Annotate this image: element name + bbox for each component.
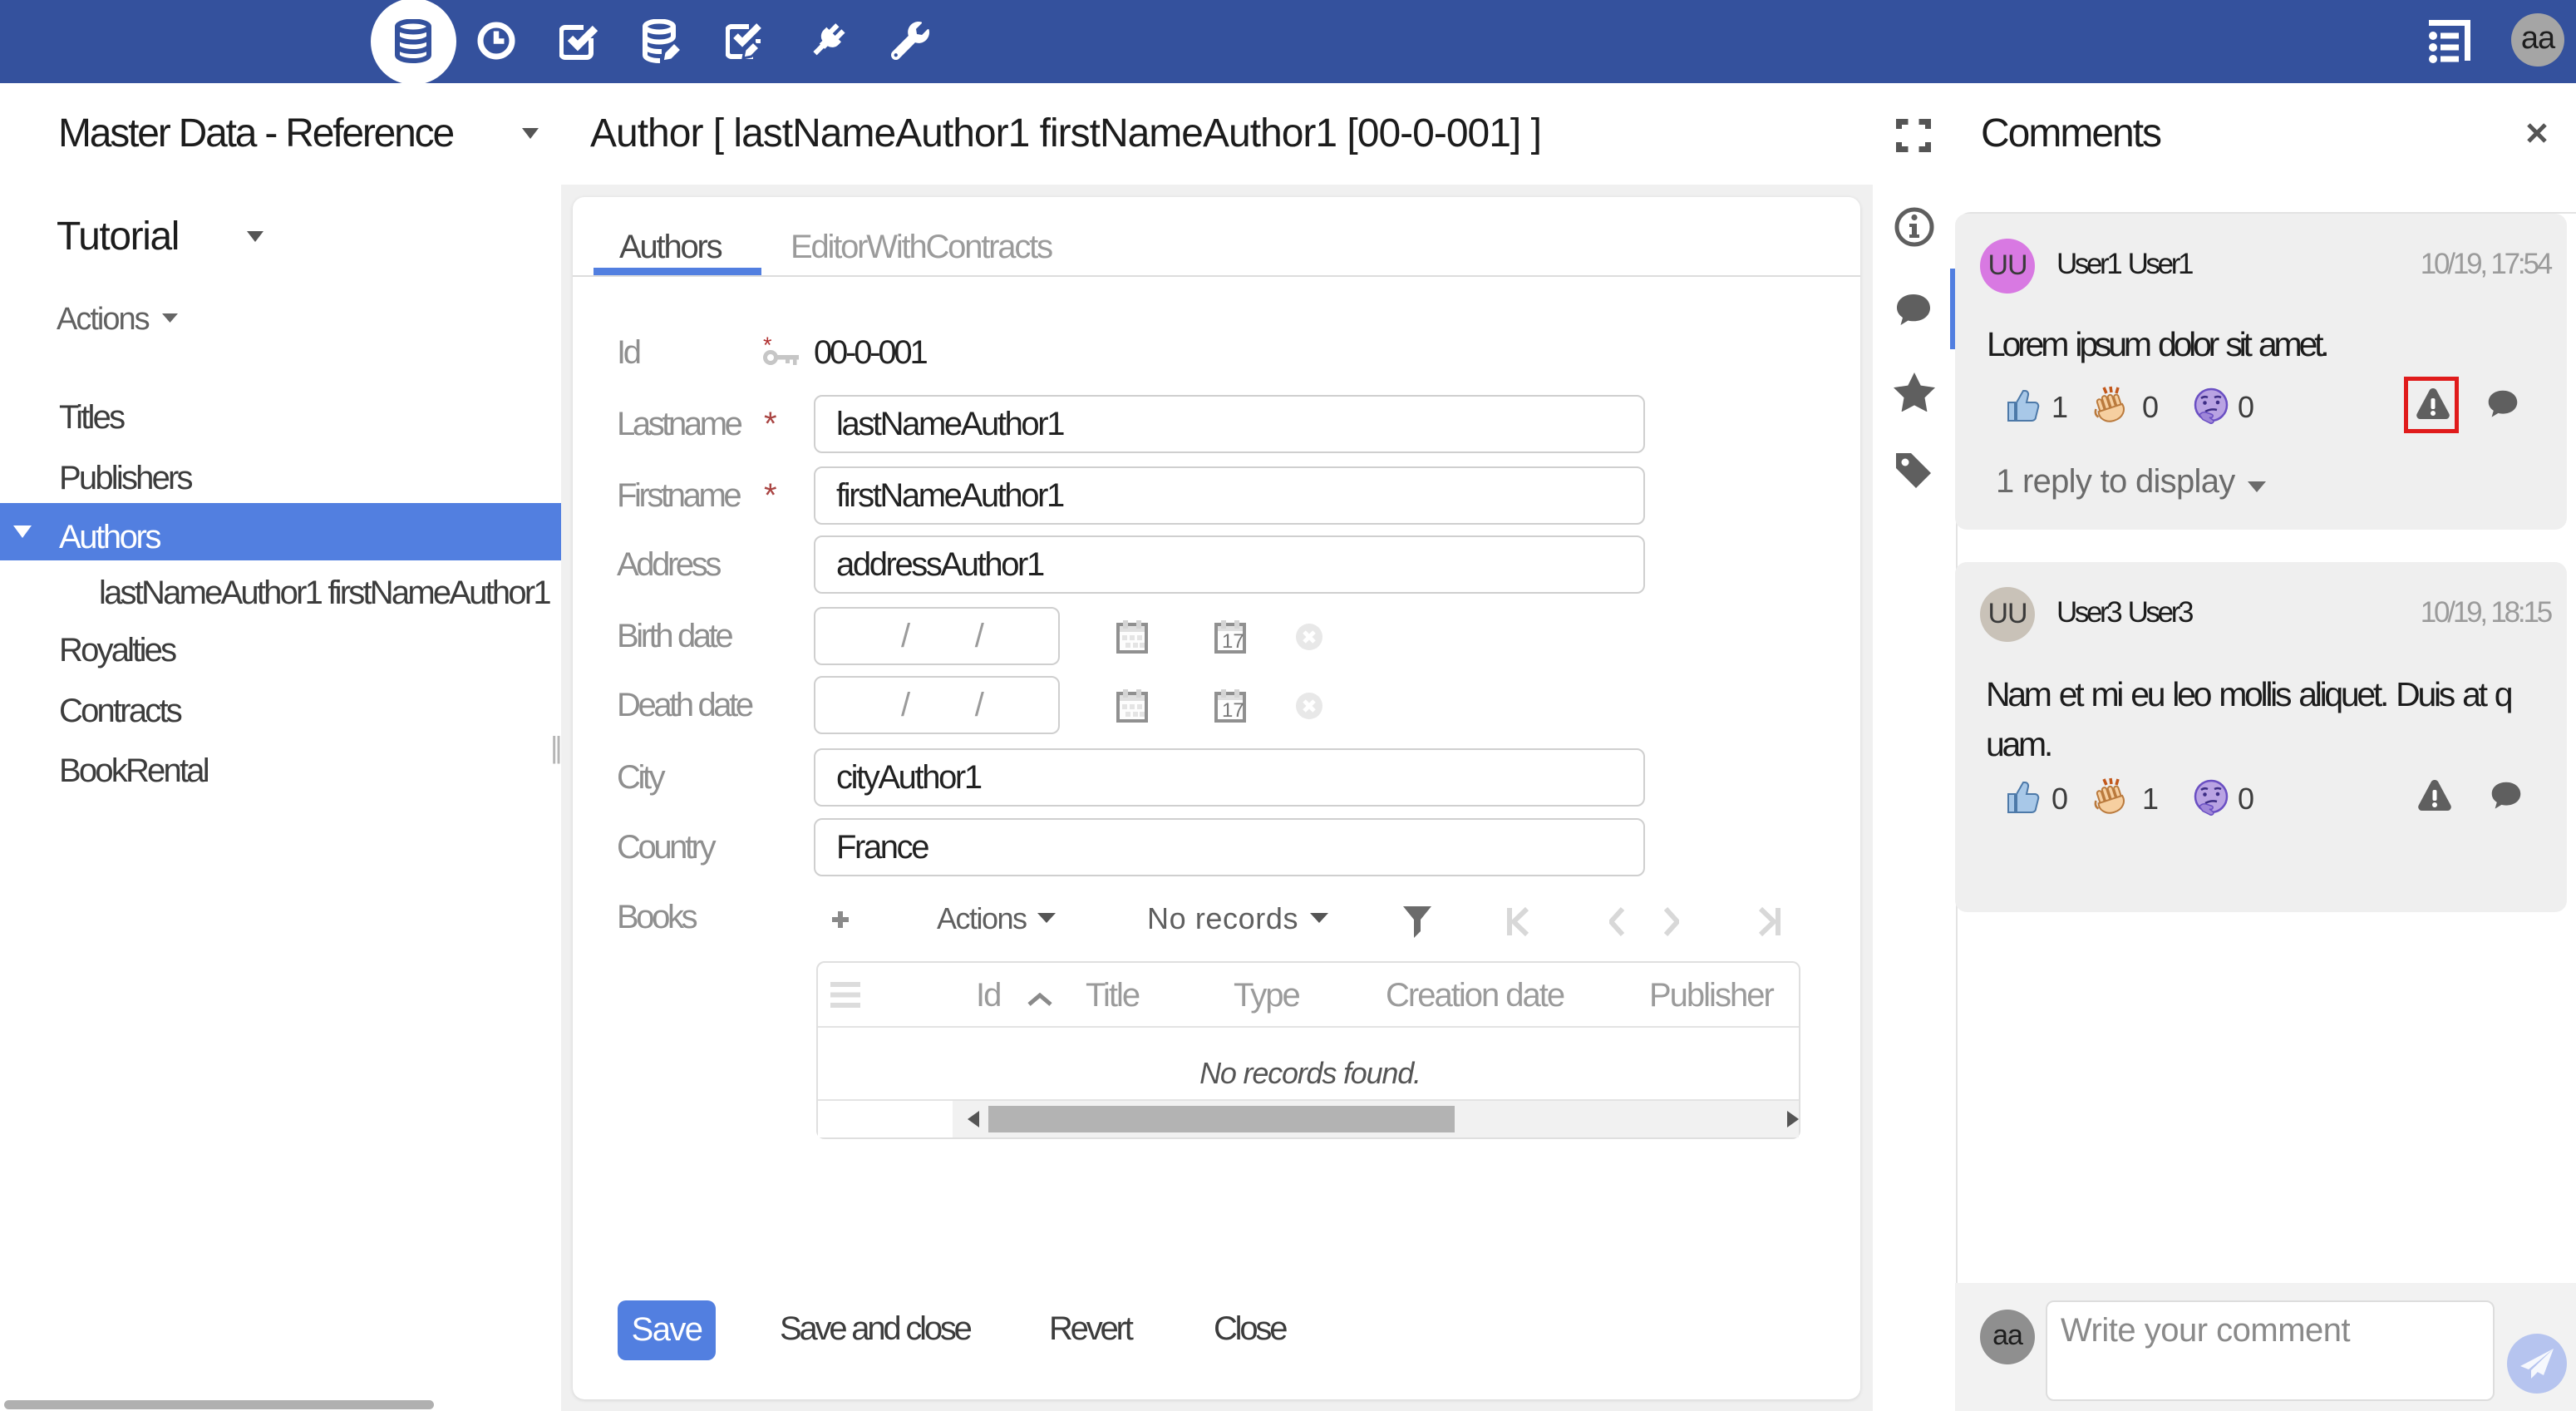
svg-text:17: 17 [1222, 630, 1244, 653]
svg-text:17: 17 [1222, 699, 1244, 722]
svg-text:*: * [763, 337, 772, 358]
